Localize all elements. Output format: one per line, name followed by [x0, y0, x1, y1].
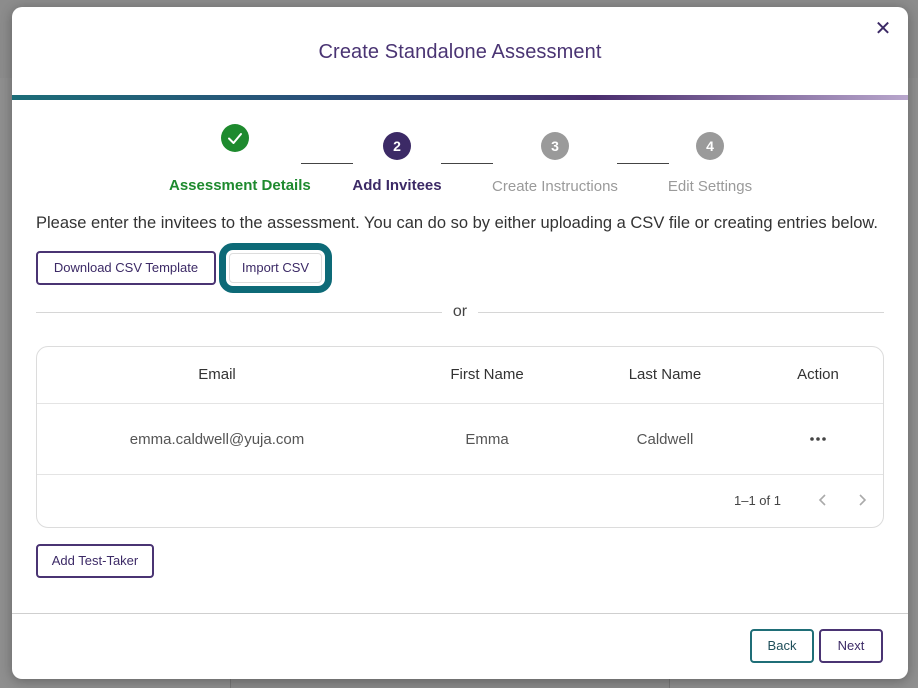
footer-separator — [12, 613, 908, 614]
instructions-text: Please enter the invitees to the assessm… — [36, 214, 879, 232]
step-connector — [301, 163, 353, 164]
header-separator — [37, 403, 883, 404]
divider-line-left — [36, 312, 442, 313]
step-3-label: Create Instructions — [492, 178, 618, 195]
import-csv-highlight: Import CSV — [219, 243, 332, 293]
cell-first-name: Emma — [465, 431, 509, 448]
step-2-circle: 2 — [383, 132, 411, 160]
stepper: Assessment Details 2 Add Invitees 3 Crea… — [12, 124, 908, 204]
cell-last-name: Caldwell — [636, 431, 694, 448]
download-csv-template-button[interactable]: Download CSV Template — [36, 251, 216, 285]
check-icon — [228, 133, 242, 144]
add-test-taker-button[interactable]: Add Test-Taker — [36, 544, 154, 578]
chevron-left-icon[interactable] — [816, 490, 830, 510]
pagination-range: 1–1 of 1 — [734, 493, 781, 508]
column-header-action: Action — [797, 366, 839, 383]
modal-title: Create Standalone Assessment — [318, 41, 602, 63]
step-connector — [617, 163, 669, 164]
accent-bar — [12, 95, 908, 100]
step-connector — [441, 163, 493, 164]
step-4-circle: 4 — [696, 132, 724, 160]
chevron-right-icon[interactable] — [855, 490, 869, 510]
column-header-email: Email — [198, 366, 236, 383]
step-1-label: Assessment Details — [169, 177, 311, 194]
more-horizontal-icon[interactable] — [808, 429, 828, 449]
cell-email: emma.caldwell@yuja.com — [129, 431, 305, 448]
column-header-first-name: First Name — [450, 366, 524, 383]
or-text: or — [452, 303, 468, 320]
close-icon[interactable]: ✕ — [874, 19, 892, 39]
modal-header: Create Standalone Assessment ✕ — [12, 7, 908, 95]
column-header-last-name: Last Name — [628, 366, 702, 383]
row-separator — [37, 474, 883, 475]
import-csv-button[interactable]: Import CSV — [229, 253, 322, 283]
create-assessment-modal: Create Standalone Assessment ✕ Assessmen… — [12, 7, 908, 679]
divider-line-right — [478, 312, 884, 313]
step-4-label: Edit Settings — [667, 178, 753, 195]
invitees-table: Email First Name Last Name Action emma.c… — [36, 346, 884, 528]
step-3-circle: 3 — [541, 132, 569, 160]
next-button[interactable]: Next — [819, 629, 883, 663]
background-card — [230, 678, 670, 688]
back-button[interactable]: Back — [750, 629, 814, 663]
or-divider: or — [36, 303, 884, 323]
step-2-label: Add Invitees — [352, 177, 442, 194]
step-1-complete-icon — [221, 124, 249, 152]
